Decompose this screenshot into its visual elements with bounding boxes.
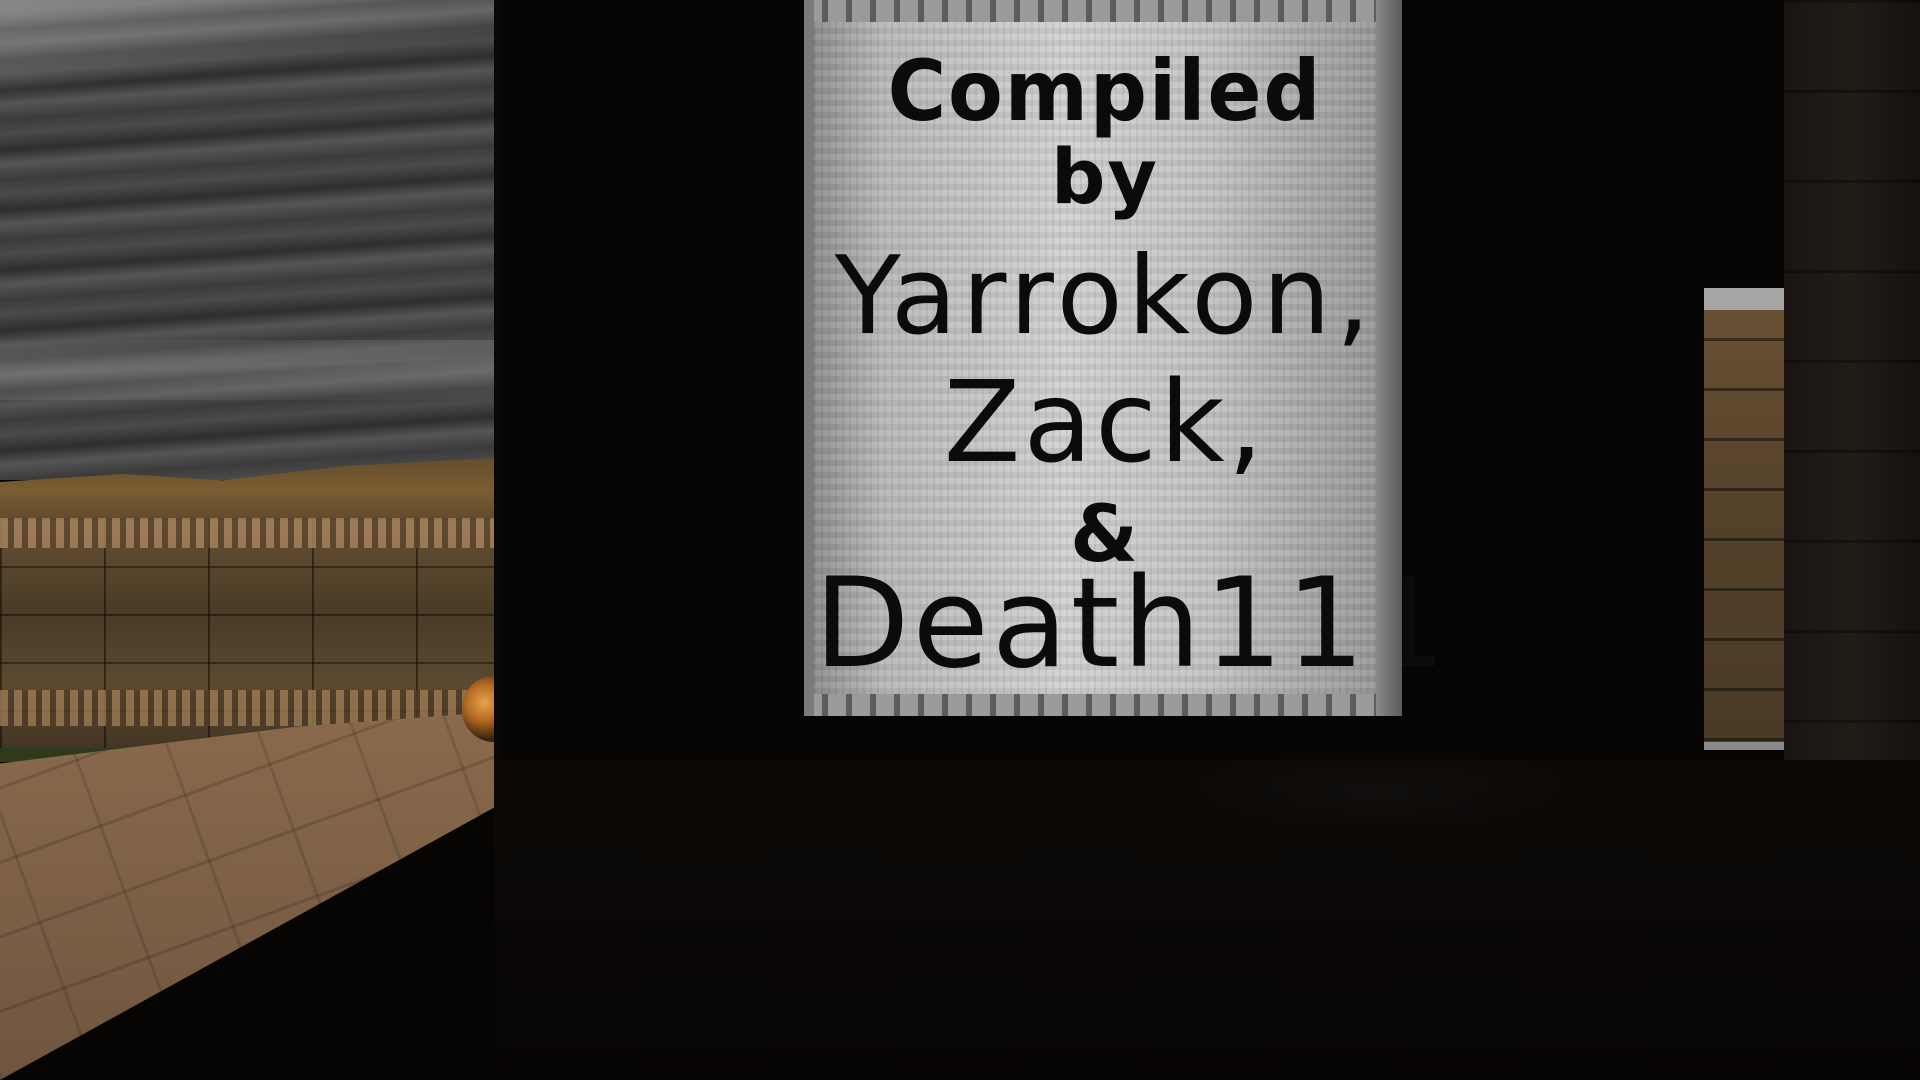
right-doorway[interactable] [1704,288,1784,744]
credits-sign: Compiled by Yarrokon, Zack, & Death111 [804,0,1447,716]
sign-line-zack: Zack, [943,358,1267,488]
sign-right-bevel [1376,0,1402,716]
floor-shadow [1170,746,1590,836]
sign-metal-panel: Compiled by Yarrokon, Zack, & Death111 [814,22,1447,696]
sky-texture [0,0,494,480]
game-viewport[interactable]: Compiled by Yarrokon, Zack, & Death111 [0,0,1920,1080]
brick-wall-top-trim [0,518,494,548]
sign-line-yarrokon: Yarrokon, [834,234,1376,359]
sign-bottom-trim [804,694,1402,716]
doorway-lintel [1704,288,1784,310]
sign-top-trim [804,0,1402,22]
right-wall [1784,0,1920,760]
outdoor-floor [0,712,494,1080]
sign-line-by: by [1051,132,1159,221]
outdoor-opening [0,0,494,1080]
sign-left-bevel [804,0,814,716]
sky-cloud-streak [0,340,494,400]
sign-line-death111: Death111 [814,552,1450,696]
sign-line-compiled: Compiled [887,42,1323,140]
